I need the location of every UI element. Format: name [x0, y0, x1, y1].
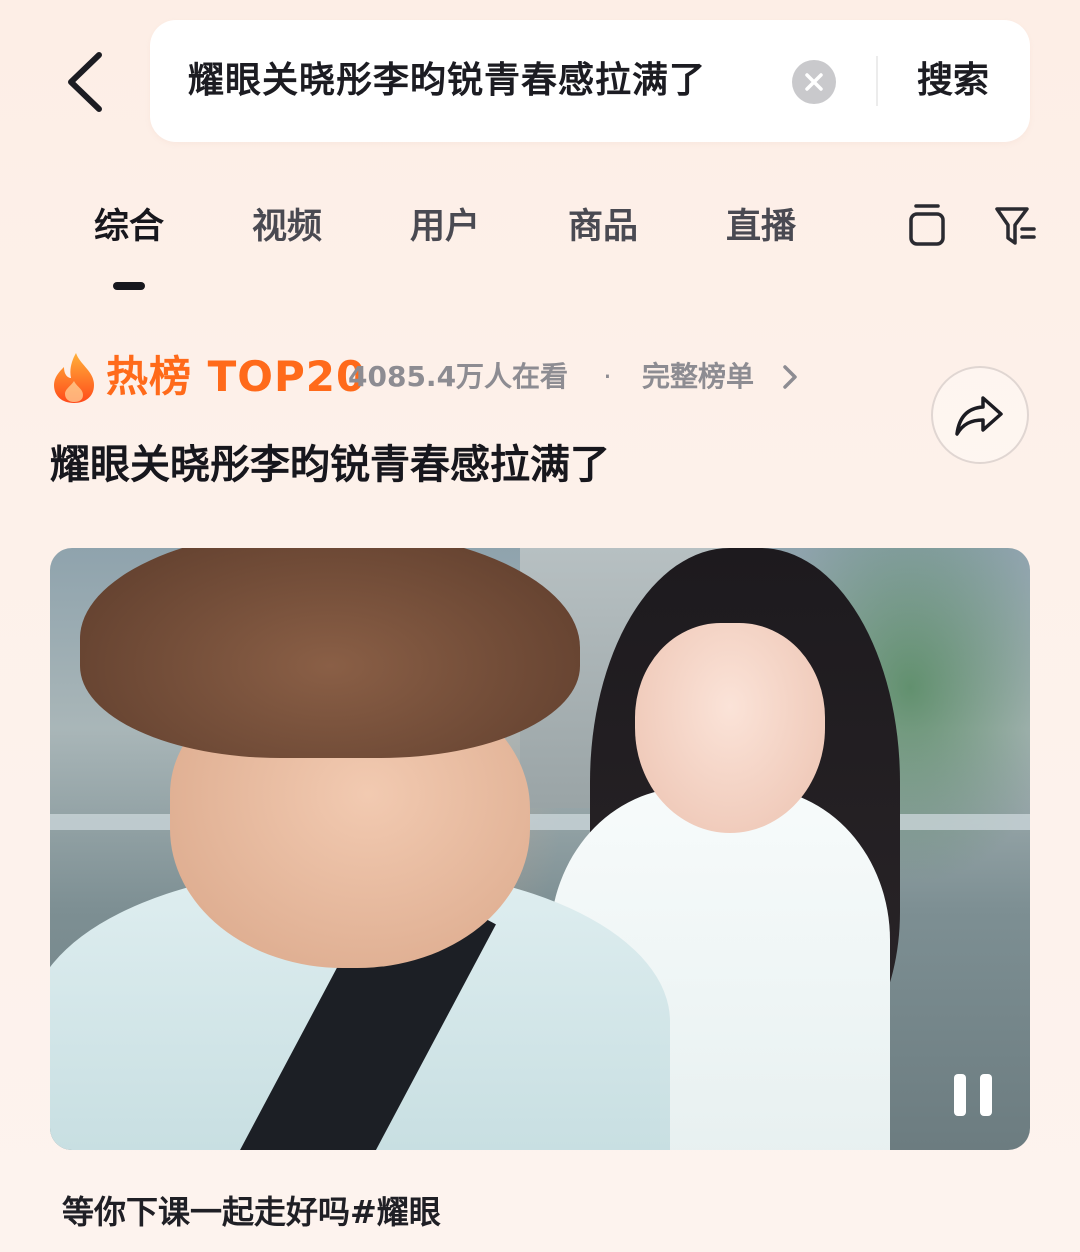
- filter-icon: [995, 207, 1036, 245]
- stack-icon: [909, 204, 945, 246]
- search-bar: 耀眼关晓彤李昀锐青春感拉满了 搜索: [150, 20, 1030, 142]
- share-button[interactable]: [931, 366, 1029, 464]
- close-icon: [805, 73, 823, 91]
- chevron-left-icon: [68, 52, 102, 112]
- pause-icon: [980, 1074, 992, 1116]
- tab-bar: 综合 视频 用户 商品 直播: [0, 190, 1080, 300]
- video-figure-boy-hair: [80, 548, 580, 758]
- video-figure-girl-face: [635, 623, 825, 833]
- tab-video[interactable]: 视频: [252, 190, 322, 264]
- back-button[interactable]: [50, 42, 120, 122]
- hot-rank-label: TOP20: [207, 352, 367, 401]
- tab-products[interactable]: 商品: [568, 190, 638, 264]
- topic-title: 耀眼关晓彤李昀锐青春感拉满了: [50, 442, 610, 488]
- tab-live[interactable]: 直播: [726, 190, 796, 264]
- pause-icon: [954, 1074, 966, 1116]
- search-divider: [876, 56, 878, 106]
- filter-button[interactable]: [988, 198, 1044, 254]
- full-list-link[interactable]: 完整榜单: [642, 345, 754, 409]
- hot-list-title: 热榜 TOP20: [106, 345, 366, 409]
- stack-button[interactable]: [899, 198, 955, 254]
- viewer-count: 4085.4万人在看: [348, 360, 569, 393]
- video-caption[interactable]: 等你下课一起走好吗#耀眼: [62, 1184, 441, 1240]
- tab-users[interactable]: 用户: [410, 190, 480, 264]
- pause-button[interactable]: [950, 1074, 996, 1118]
- flame-icon: [54, 353, 94, 403]
- video-player[interactable]: [50, 548, 1030, 1150]
- search-input[interactable]: 耀眼关晓彤李昀锐青春感拉满了: [188, 20, 706, 142]
- separator-dot: ·: [603, 360, 612, 393]
- search-button[interactable]: 搜索: [898, 20, 1008, 142]
- chevron-right-icon: [783, 365, 797, 389]
- share-icon: [955, 396, 1003, 436]
- clear-search-button[interactable]: [792, 60, 836, 104]
- tab-comprehensive[interactable]: 综合: [94, 190, 164, 264]
- hot-badge-label: 热榜: [106, 352, 193, 401]
- active-tab-indicator: [113, 282, 145, 290]
